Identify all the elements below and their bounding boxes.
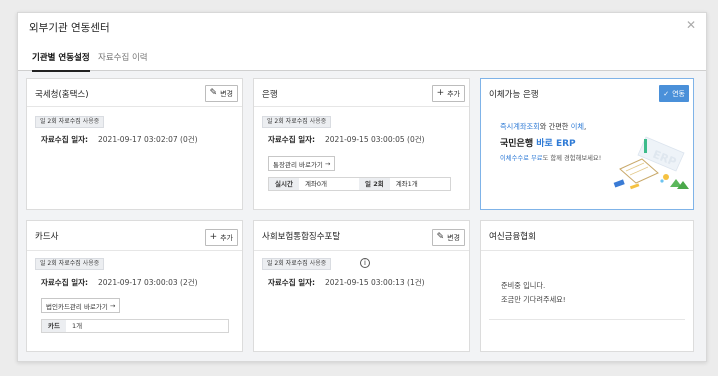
stat-value-daily: 계좌1개 bbox=[389, 178, 450, 190]
change-button-label: 변경 bbox=[447, 233, 460, 242]
card-transfer-bank: 이체가능 은행 ✓ 연동 즉시계좌조회와 간편한 이체, 국민은행 바로 ERP… bbox=[480, 78, 694, 210]
promo-line-3: 이체수수료 무료도 함께 경험해보세요! bbox=[500, 153, 601, 162]
collect-date-label: 자료수집 일자: bbox=[41, 278, 89, 287]
plus-icon: + bbox=[436, 88, 445, 98]
promo-text: , bbox=[583, 122, 587, 131]
badge-text: 일 2회 자료수집 bbox=[40, 118, 81, 125]
connect-button[interactable]: ✓ 연동 bbox=[659, 85, 689, 102]
promo-line-1: 즉시계좌조회와 간편한 이체, bbox=[500, 122, 586, 132]
change-button[interactable]: ✎ 변경 bbox=[204, 85, 238, 102]
divider bbox=[254, 106, 469, 107]
tab-collection-history[interactable]: 자료수집 이력 bbox=[98, 51, 148, 70]
add-button[interactable]: + 추가 bbox=[204, 229, 238, 246]
promo-text: 와 간편한 bbox=[539, 122, 571, 131]
stat-value-realtime: 계좌0개 bbox=[298, 178, 359, 190]
edit-icon: ✎ bbox=[436, 232, 445, 242]
card-title: 카드사 bbox=[35, 232, 59, 242]
badge-status: 사용중 bbox=[82, 260, 100, 267]
collect-date: 자료수집 일자: 2021-09-17 03:02:07 (0건) bbox=[41, 134, 198, 145]
card-social-insurance: 사회보험통합징수포탈 ✎ 변경 일 2회 자료수집 사용중 i 자료수집 일자:… bbox=[253, 220, 470, 352]
stat-value-card: 1개 bbox=[65, 320, 89, 332]
add-button-label: 추가 bbox=[447, 89, 460, 98]
account-management-link[interactable]: 통장관리 바로가기 → bbox=[268, 156, 336, 171]
arrow-right-icon: → bbox=[109, 301, 116, 310]
stat-label-card: 카드 bbox=[42, 320, 66, 332]
add-button-label: 추가 bbox=[220, 233, 233, 242]
plus-icon: + bbox=[209, 232, 218, 242]
collect-date-value: 2021-09-15 03:00:05 (0건) bbox=[325, 135, 425, 144]
stat-label-realtime: 실시간 bbox=[269, 178, 299, 190]
badge-status: 사용중 bbox=[309, 118, 327, 125]
collect-date-label: 자료수집 일자: bbox=[41, 135, 89, 144]
promo-line-2: 국민은행 바로 ERP bbox=[500, 136, 576, 149]
link-label: 통장관리 바로가기 bbox=[273, 160, 323, 169]
status-badge: 일 2회 자료수집 사용중 bbox=[262, 258, 332, 270]
divider bbox=[27, 106, 242, 107]
tab-bar: 기관별 연동설정 자료수집 이력 bbox=[18, 41, 706, 72]
collect-date: 자료수집 일자: 2021-09-17 03:00:03 (2건) bbox=[41, 277, 198, 288]
modal-title: 외부기관 연동센터 bbox=[29, 22, 110, 34]
promo-highlight: 이체수수료 무료 bbox=[500, 155, 543, 162]
modal-header: 외부기관 연동센터 ✕ bbox=[18, 13, 706, 41]
promo-text: 도 함께 경험해보세요! bbox=[542, 155, 602, 162]
divider bbox=[489, 319, 685, 320]
tab-institution-settings[interactable]: 기관별 연동설정 bbox=[32, 51, 90, 72]
badge-text: 일 2회 자료수집 bbox=[267, 118, 308, 125]
divider bbox=[254, 250, 469, 251]
card-title: 사회보험통합징수포탈 bbox=[262, 232, 341, 242]
corporate-card-link[interactable]: 법인카드관리 바로가기 → bbox=[41, 298, 121, 313]
promo-highlight: 이체 bbox=[570, 122, 584, 131]
status-badge: 일 2회 자료수집 사용중 bbox=[35, 116, 105, 128]
collect-date-label: 자료수집 일자: bbox=[268, 278, 316, 287]
add-button[interactable]: + 추가 bbox=[431, 85, 465, 102]
badge-text: 일 2회 자료수집 bbox=[40, 260, 81, 267]
info-icon[interactable]: i bbox=[360, 258, 370, 268]
card-bank: 은행 + 추가 일 2회 자료수집 사용중 자료수집 일자: 2021-09-15… bbox=[253, 78, 470, 210]
change-button-label: 변경 bbox=[220, 89, 233, 98]
change-button[interactable]: ✎ 변경 bbox=[431, 229, 465, 246]
check-icon: ✓ bbox=[663, 89, 670, 98]
erp-illustration: ERP bbox=[613, 136, 689, 190]
status-badge: 일 2회 자료수집 사용중 bbox=[262, 116, 332, 128]
collect-date-value: 2021-09-15 03:00:13 (1건) bbox=[325, 278, 425, 287]
close-icon[interactable]: ✕ bbox=[686, 19, 696, 31]
edit-icon: ✎ bbox=[209, 88, 218, 98]
divider bbox=[27, 250, 242, 251]
card-title: 이체가능 은행 bbox=[489, 90, 539, 100]
collect-date: 자료수집 일자: 2021-09-15 03:00:13 (1건) bbox=[268, 277, 425, 288]
connect-button-label: 연동 bbox=[672, 89, 685, 98]
badge-status: 사용중 bbox=[82, 118, 100, 125]
card-title: 은행 bbox=[262, 90, 278, 100]
card-stats: 카드 1개 bbox=[41, 319, 229, 333]
integration-center-modal: 외부기관 연동센터 ✕ 기관별 연동설정 자료수집 이력 국세청(홈택스) ✎ … bbox=[17, 12, 707, 362]
divider bbox=[481, 250, 693, 251]
bank-stats: 실시간 계좌0개 일 2회 계좌1개 bbox=[268, 177, 451, 191]
notice-line-2: 조금만 기다려주세요! bbox=[501, 295, 566, 304]
badge-text: 일 2회 자료수집 bbox=[267, 260, 308, 267]
badge-status: 사용중 bbox=[309, 260, 327, 267]
collect-date-value: 2021-09-17 03:00:03 (2건) bbox=[98, 278, 198, 287]
collect-date-value: 2021-09-17 03:02:07 (0건) bbox=[98, 135, 198, 144]
promo-highlight: 즉시계좌조회 bbox=[500, 122, 540, 131]
collect-date: 자료수집 일자: 2021-09-15 03:00:05 (0건) bbox=[268, 134, 425, 145]
collect-date-label: 자료수집 일자: bbox=[268, 135, 316, 144]
card-credit-finance: 여신금융협회 준비중 입니다. 조금만 기다려주세요! bbox=[480, 220, 694, 352]
card-nts: 국세청(홈택스) ✎ 변경 일 2회 자료수집 사용중 자료수집 일자: 2021… bbox=[26, 78, 243, 210]
status-badge: 일 2회 자료수집 사용중 bbox=[35, 258, 105, 270]
notice-line-1: 준비중 입니다. bbox=[501, 281, 546, 290]
stat-label-daily: 일 2회 bbox=[358, 178, 390, 190]
arrow-right-icon: → bbox=[324, 159, 331, 168]
link-label: 법인카드관리 바로가기 bbox=[46, 302, 108, 311]
promo-highlight: 바로 ERP bbox=[536, 139, 576, 149]
promo-text: 국민은행 bbox=[500, 139, 537, 149]
card-title: 여신금융협회 bbox=[489, 232, 536, 242]
card-card-company: 카드사 + 추가 일 2회 자료수집 사용중 자료수집 일자: 2021-09-1… bbox=[26, 220, 243, 352]
card-title: 국세청(홈택스) bbox=[35, 90, 89, 100]
